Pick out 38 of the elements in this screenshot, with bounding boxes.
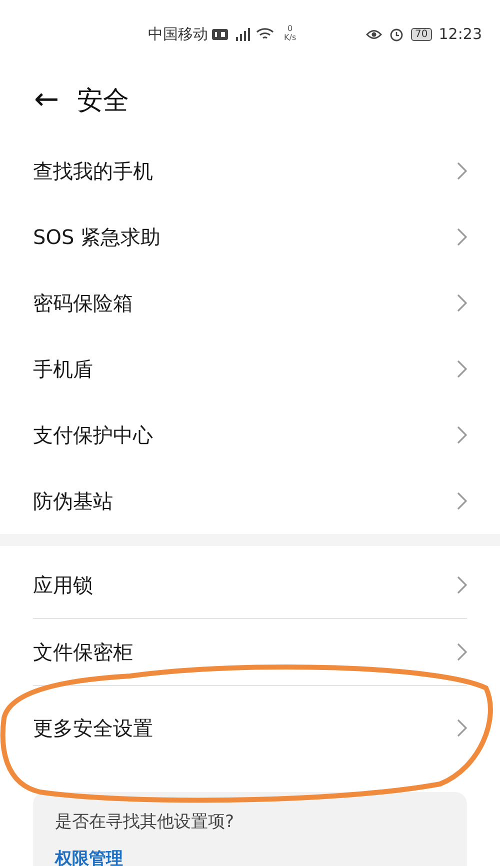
chevron-icon bbox=[457, 643, 467, 661]
settings-row[interactable]: 查找我的手机 bbox=[33, 138, 467, 204]
settings-row[interactable]: 应用锁 bbox=[33, 552, 467, 619]
row-label: 防伪基站 bbox=[33, 488, 113, 514]
chevron-icon bbox=[457, 576, 467, 594]
speed-unit: K/s bbox=[284, 34, 296, 43]
chevron-icon bbox=[457, 228, 467, 246]
page-title: 安全 bbox=[77, 84, 130, 118]
chevron-icon bbox=[457, 162, 467, 180]
chevron-icon bbox=[457, 426, 467, 444]
wifi-icon bbox=[256, 27, 274, 41]
settings-row[interactable]: 支付保护中心 bbox=[33, 402, 467, 468]
clock-time: 12:23 bbox=[438, 25, 482, 43]
hd-icon bbox=[212, 28, 228, 40]
row-label: 密码保险箱 bbox=[33, 290, 133, 316]
settings-row[interactable]: 密码保险箱 bbox=[33, 270, 467, 336]
eye-icon bbox=[366, 28, 382, 40]
row-label: 更多安全设置 bbox=[33, 714, 153, 742]
battery-level: 70 bbox=[411, 28, 432, 40]
row-label: 应用锁 bbox=[33, 572, 93, 598]
settings-row[interactable]: 文件保密柜 bbox=[33, 619, 467, 686]
row-label: 文件保密柜 bbox=[33, 638, 133, 666]
alarm-icon bbox=[389, 26, 404, 42]
settings-row[interactable]: 防伪基站 bbox=[33, 468, 467, 534]
chevron-icon bbox=[457, 294, 467, 312]
settings-row[interactable]: 手机盾 bbox=[33, 336, 467, 402]
chevron-icon bbox=[457, 719, 467, 737]
row-label: 支付保护中心 bbox=[33, 422, 153, 448]
speed-value: 0 bbox=[288, 25, 293, 34]
settings-row[interactable]: SOS 紧急求助 bbox=[33, 204, 467, 270]
chevron-icon bbox=[457, 360, 467, 378]
suggestion-question: 是否在寻找其他设置项? bbox=[55, 811, 236, 833]
row-label: SOS 紧急求助 bbox=[33, 224, 160, 250]
row-label: 查找我的手机 bbox=[33, 158, 153, 184]
row-label: 手机盾 bbox=[33, 356, 93, 382]
carrier-name: 中国移动 bbox=[148, 24, 208, 44]
back-button[interactable]: ← bbox=[34, 85, 60, 115]
chevron-icon bbox=[457, 492, 467, 510]
